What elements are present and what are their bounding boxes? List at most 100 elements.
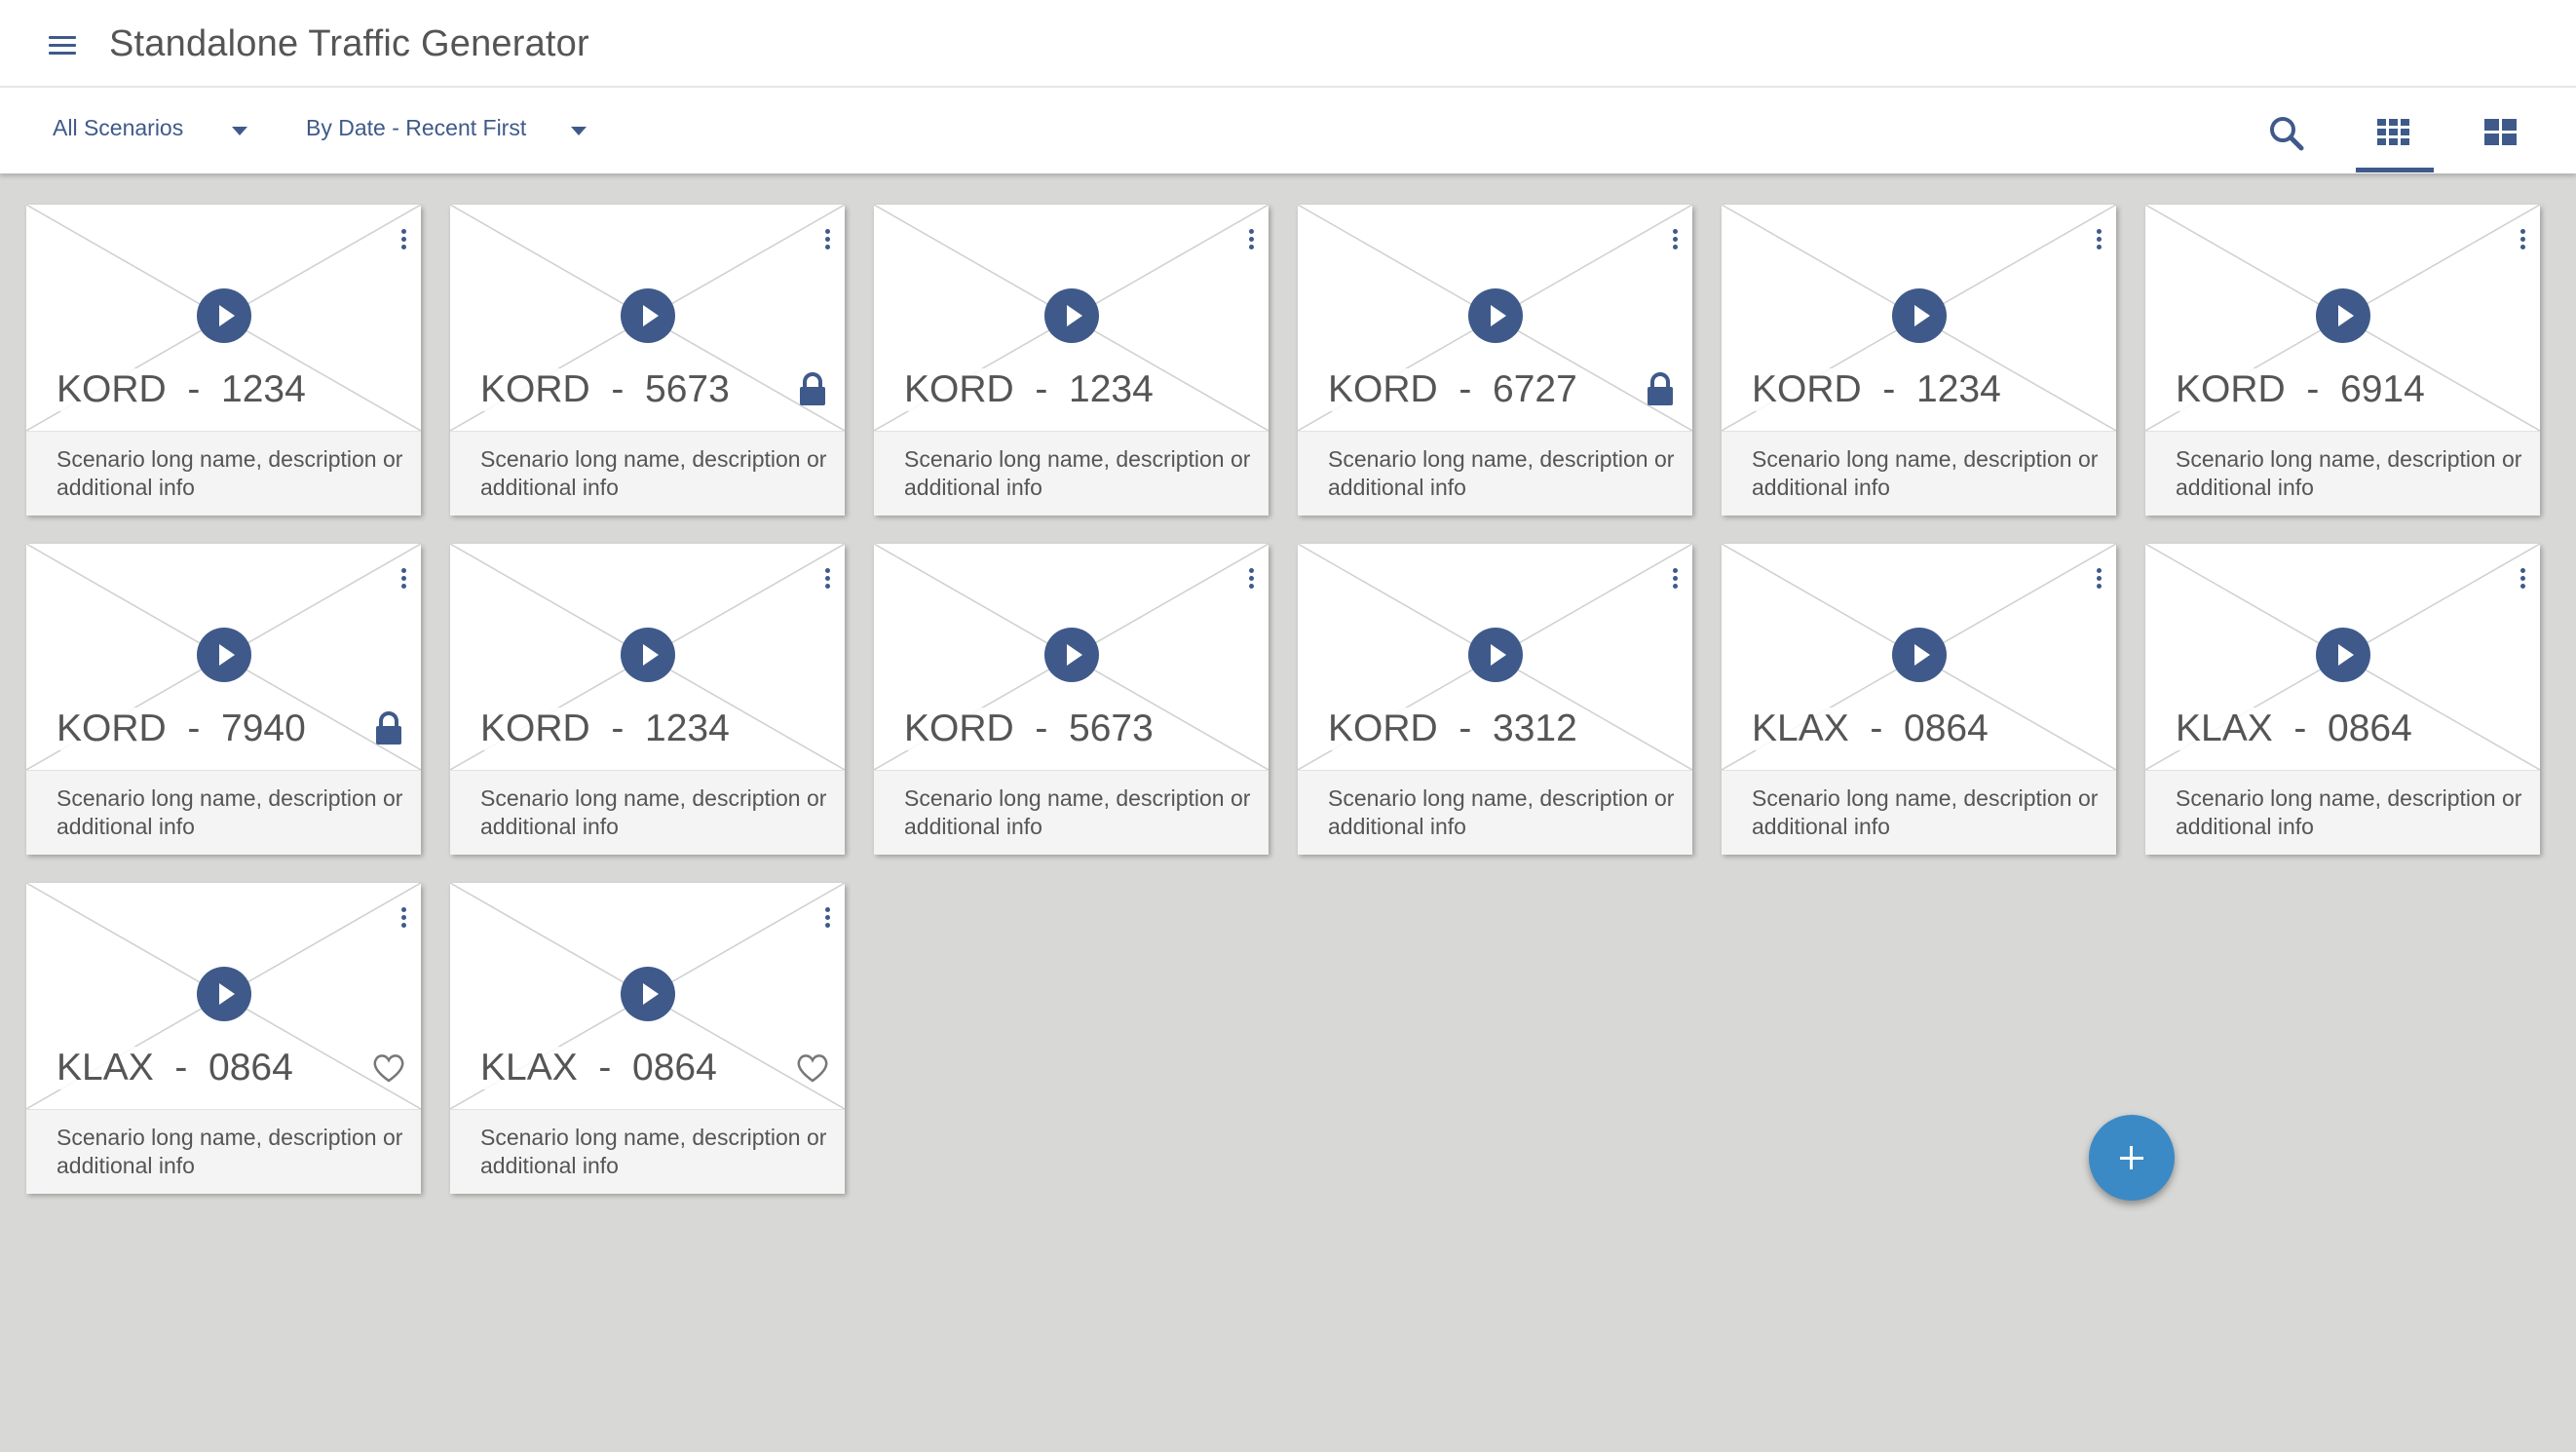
active-view-indicator	[2356, 168, 2434, 172]
card-description: Scenario long name, description or addit…	[904, 785, 1251, 839]
scenario-card[interactable]: KLAX - 0864 Scenario long name, descripti…	[1722, 544, 2116, 855]
more-vert-icon[interactable]	[398, 565, 410, 592]
card-footer: Scenario long name, description or addit…	[874, 431, 1269, 516]
scenario-card[interactable]: KORD - 1234 Scenario long name, descripti…	[874, 205, 1269, 516]
more-vert-icon[interactable]	[1246, 565, 1258, 592]
card-footer: Scenario long name, description or addit…	[2145, 770, 2540, 855]
card-description: Scenario long name, description or addit…	[57, 785, 403, 839]
scenario-card[interactable]: KORD - 3312 Scenario long name, descripti…	[1298, 544, 1692, 855]
card-title: KORD - 1234	[57, 368, 306, 411]
card-description: Scenario long name, description or addit…	[2176, 446, 2522, 500]
card-footer: Scenario long name, description or addit…	[450, 770, 845, 855]
more-vert-icon[interactable]	[1246, 226, 1258, 253]
card-description: Scenario long name, description or addit…	[480, 785, 827, 839]
play-icon[interactable]	[2316, 628, 2370, 682]
more-vert-icon[interactable]	[822, 565, 834, 592]
scenario-card[interactable]: KORD - 7940 Scenario long name, descripti…	[26, 544, 421, 855]
grid-small-icon[interactable]	[2377, 119, 2410, 146]
play-icon[interactable]	[197, 967, 251, 1021]
search-icon[interactable]	[2268, 115, 2305, 152]
scenario-card[interactable]: KORD - 1234 Scenario long name, descripti…	[26, 205, 421, 516]
card-description: Scenario long name, description or addit…	[1752, 785, 2099, 839]
heart-icon[interactable]	[372, 1051, 405, 1086]
scenario-card[interactable]: KORD - 5673 Scenario long name, descripti…	[874, 544, 1269, 855]
filter-dropdown[interactable]: All Scenarios	[53, 115, 257, 141]
card-description: Scenario long name, description or addit…	[57, 1125, 403, 1178]
play-icon[interactable]	[621, 288, 675, 343]
play-icon[interactable]	[1892, 628, 1947, 682]
toolbar: All Scenarios By Date - Recent First	[0, 88, 2576, 173]
card-thumbnail: KORD - 1234	[450, 544, 845, 770]
play-icon[interactable]	[1044, 288, 1099, 343]
play-icon[interactable]	[1468, 628, 1523, 682]
scenario-card[interactable]: KLAX - 0864 Scenario long name, descripti…	[450, 883, 845, 1194]
play-icon[interactable]	[1044, 628, 1099, 682]
sort-dropdown[interactable]: By Date - Recent First	[306, 115, 594, 141]
scenario-card[interactable]: KORD - 6914 Scenario long name, descripti…	[2145, 205, 2540, 516]
card-title: KORD - 6914	[2176, 368, 2425, 411]
card-footer: Scenario long name, description or addit…	[874, 770, 1269, 855]
card-title: KORD - 5673	[904, 707, 1154, 750]
grid-large-icon[interactable]	[2484, 119, 2518, 146]
sort-dropdown-label: By Date - Recent First	[306, 115, 527, 140]
app-bar: Standalone Traffic Generator	[0, 0, 2576, 88]
play-icon[interactable]	[621, 628, 675, 682]
more-vert-icon[interactable]	[822, 904, 834, 932]
play-icon[interactable]	[197, 288, 251, 343]
more-vert-icon[interactable]	[2094, 565, 2105, 592]
scenario-card[interactable]: KLAX - 0864 Scenario long name, descripti…	[26, 883, 421, 1194]
card-description: Scenario long name, description or addit…	[57, 446, 403, 500]
more-vert-icon[interactable]	[2094, 226, 2105, 253]
card-thumbnail: KORD - 1234	[1722, 205, 2116, 431]
card-footer: Scenario long name, description or addit…	[2145, 431, 2540, 516]
heart-icon[interactable]	[796, 1051, 829, 1086]
card-description: Scenario long name, description or addit…	[1328, 446, 1675, 500]
play-icon[interactable]	[197, 628, 251, 682]
card-title: KLAX - 0864	[2176, 707, 2412, 750]
card-thumbnail: KORD - 1234	[874, 205, 1269, 431]
add-scenario-button[interactable]	[2089, 1115, 2175, 1201]
card-title: KORD - 3312	[1328, 707, 1577, 750]
card-thumbnail: KORD - 7940	[26, 544, 421, 770]
scenario-card[interactable]: KORD - 6727 Scenario long name, descripti…	[1298, 205, 1692, 516]
more-vert-icon[interactable]	[2518, 565, 2529, 592]
card-description: Scenario long name, description or addit…	[480, 446, 827, 500]
scenario-card[interactable]: KORD - 5673 Scenario long name, descripti…	[450, 205, 845, 516]
more-vert-icon[interactable]	[398, 904, 410, 932]
play-icon[interactable]	[1892, 288, 1947, 343]
card-description: Scenario long name, description or addit…	[1328, 785, 1675, 839]
card-footer: Scenario long name, description or addit…	[450, 1109, 845, 1194]
more-vert-icon[interactable]	[398, 226, 410, 253]
card-title: KORD - 1234	[904, 368, 1154, 411]
more-vert-icon[interactable]	[822, 226, 834, 253]
card-thumbnail: KORD - 3312	[1298, 544, 1692, 770]
scenario-card[interactable]: KORD - 1234 Scenario long name, descripti…	[450, 544, 845, 855]
more-vert-icon[interactable]	[1670, 226, 1682, 253]
lock-icon	[796, 372, 829, 407]
play-icon[interactable]	[1468, 288, 1523, 343]
lock-icon	[1644, 372, 1677, 407]
card-description: Scenario long name, description or addit…	[1752, 446, 2099, 500]
card-thumbnail: KORD - 5673	[450, 205, 845, 431]
scenario-card[interactable]: KLAX - 0864 Scenario long name, descripti…	[2145, 544, 2540, 855]
lock-icon	[372, 711, 405, 746]
card-title: KORD - 7940	[57, 707, 306, 750]
more-vert-icon[interactable]	[2518, 226, 2529, 253]
scenario-card[interactable]: KORD - 1234 Scenario long name, descripti…	[1722, 205, 2116, 516]
card-title: KORD - 1234	[480, 707, 730, 750]
menu-icon[interactable]	[49, 33, 78, 57]
card-thumbnail: KLAX - 0864	[450, 883, 845, 1109]
card-description: Scenario long name, description or addit…	[480, 1125, 827, 1178]
filter-dropdown-label: All Scenarios	[53, 115, 184, 140]
app-title: Standalone Traffic Generator	[109, 23, 589, 64]
play-icon[interactable]	[621, 967, 675, 1021]
card-description: Scenario long name, description or addit…	[904, 446, 1251, 500]
card-thumbnail: KLAX - 0864	[2145, 544, 2540, 770]
card-title: KLAX - 0864	[1752, 707, 1989, 750]
card-thumbnail: KORD - 5673	[874, 544, 1269, 770]
card-thumbnail: KLAX - 0864	[1722, 544, 2116, 770]
card-title: KLAX - 0864	[480, 1047, 717, 1089]
more-vert-icon[interactable]	[1670, 565, 1682, 592]
play-icon[interactable]	[2316, 288, 2370, 343]
card-footer: Scenario long name, description or addit…	[26, 770, 421, 855]
